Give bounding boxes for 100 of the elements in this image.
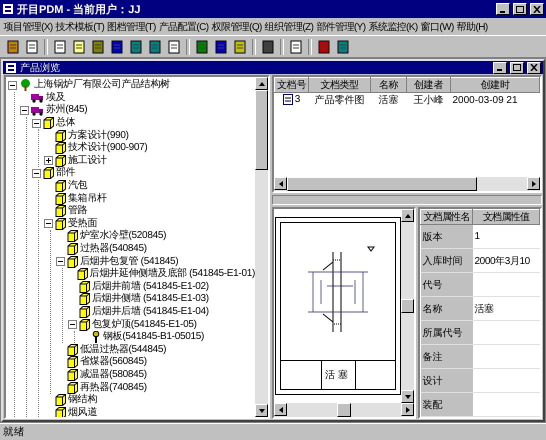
scroll-left-arrow-icon [276, 180, 284, 188]
scroll-down-arrow-icon [404, 392, 412, 400]
close-icon [530, 64, 538, 71]
tree-item[interactable]: 炉室水冷壁(520845) [80, 230, 166, 242]
tree-item[interactable]: 苏州(845) [46, 104, 88, 116]
tree-item[interactable]: 省煤器(560845) [80, 356, 147, 368]
tree-item[interactable]: 受热面 [68, 218, 98, 230]
close-button[interactable] [527, 62, 541, 74]
property-name: 所属代号 [420, 320, 472, 344]
property-value[interactable]: 活塞 [472, 296, 540, 320]
minimize-button[interactable] [496, 3, 510, 15]
tree-item[interactable]: 汽包 [68, 180, 88, 192]
maximize-icon [513, 64, 521, 71]
vertical-scrollbar[interactable] [401, 209, 414, 403]
column-header[interactable]: 创建者 [406, 78, 450, 92]
collapse-toggle-icon[interactable] [56, 257, 65, 266]
scrollbar-thumb[interactable] [401, 299, 414, 313]
property-name: 设计 [420, 368, 472, 392]
property-value[interactable]: 2000年3月10 [472, 248, 540, 272]
drawing-title: 活塞 [325, 368, 351, 382]
collapse-toggle-icon[interactable] [32, 168, 41, 178]
box-icon [55, 192, 66, 205]
vertical-scrollbar[interactable] [255, 77, 268, 417]
tree-item[interactable]: 后烟井前墙 (541845-E1-02) [92, 280, 209, 293]
collapse-toggle-icon[interactable] [44, 219, 53, 228]
restore-button[interactable] [513, 3, 527, 15]
menu-item[interactable]: 产品配置(C) [157, 20, 210, 34]
menu-item[interactable]: 系统监控(K) [366, 20, 420, 34]
property-name: 名称 [420, 296, 472, 320]
tree-item[interactable]: 后烟井延伸侧墙及底部 (541845-E1-01) [90, 268, 255, 280]
tree-item[interactable]: 技术设计(900-907) [68, 142, 148, 154]
column-header[interactable]: 名称 [370, 78, 406, 92]
property-name: 备注 [420, 344, 472, 368]
tree-item[interactable]: 方案设计(990) [68, 130, 129, 142]
tree-item[interactable]: 过热器(540845) [80, 243, 147, 256]
menu-item[interactable]: 组织管理(Z) [263, 20, 315, 34]
column-header[interactable]: 文档属性名 [420, 210, 472, 224]
box-icon [76, 268, 88, 280]
tree-item[interactable]: 管路 [68, 205, 88, 218]
scrollbar-thumb[interactable] [287, 177, 477, 191]
tree-item[interactable]: 再热器(740845) [80, 382, 147, 394]
minimize-button[interactable] [493, 62, 507, 74]
tree-item[interactable]: 上海锅炉厂有限公司产品结构树 [34, 79, 170, 92]
box-icon [79, 306, 90, 318]
menu-item[interactable]: 权限管理(Q) [210, 20, 264, 34]
collapse-toggle-icon[interactable] [32, 118, 41, 128]
tree-item[interactable]: 包复炉顶(541845-E1-05) [92, 318, 197, 331]
scroll-down-arrow-icon [258, 406, 266, 414]
menu-item[interactable]: 技术模板(T) [54, 20, 106, 34]
tree-item[interactable]: 后烟井侧墙 (541845-E1-03) [92, 293, 209, 306]
document-icon[interactable] [25, 40, 39, 54]
tree-item[interactable]: 减温器(580845) [80, 368, 147, 381]
tree-item[interactable]: 钢板(541845-B1-05015) [103, 331, 204, 344]
tree-icon [19, 79, 32, 92]
box-icon [67, 243, 78, 256]
menu-item[interactable]: 窗口(W) [419, 20, 456, 34]
menu-item[interactable]: 部件管理(Y) [314, 20, 367, 34]
scrollbar-thumb[interactable] [337, 403, 351, 417]
table-cell: 活塞 [370, 92, 406, 107]
horizontal-scrollbar[interactable] [274, 403, 414, 417]
property-name: 版本 [420, 224, 472, 248]
window-title: 开目PDM - 当前用户：JJ [17, 2, 142, 16]
collapse-toggle-icon[interactable] [20, 106, 29, 115]
horizontal-scrollbar[interactable] [274, 177, 540, 191]
collapse-toggle-icon[interactable] [68, 320, 77, 330]
tree-item[interactable]: 总体 [56, 117, 76, 130]
truck-icon [31, 104, 44, 116]
tree-item[interactable]: 钢结构 [68, 394, 98, 406]
tree-item[interactable]: 烟风道 [68, 406, 98, 417]
column-header[interactable]: 文档号 [274, 78, 308, 92]
scroll-up-arrow-icon [404, 212, 412, 220]
column-header[interactable]: 创建时 [450, 78, 540, 92]
tree-item[interactable]: 集箱吊杆 [68, 192, 107, 205]
property-value[interactable]: 1 [472, 224, 540, 248]
scrollbar-thumb[interactable] [255, 90, 268, 170]
column-header[interactable]: 文档属性值 [472, 210, 540, 224]
tree-item[interactable]: 埃及 [46, 92, 66, 104]
table-cell: 产品零件图 [308, 92, 370, 107]
splitter-bar[interactable] [272, 195, 542, 205]
collapse-toggle-icon[interactable] [8, 80, 17, 90]
box-icon [55, 130, 66, 142]
maximize-button[interactable] [510, 62, 524, 74]
box-icon [67, 256, 78, 268]
column-header[interactable]: 文档类型 [308, 78, 370, 92]
tree-item[interactable]: 低温过热器(544845) [80, 344, 166, 356]
menu-item[interactable]: 帮助(H) [455, 20, 490, 34]
tree-item[interactable]: 后烟井后墙 (541845-E1-04) [92, 306, 209, 318]
pin-icon [91, 331, 101, 344]
menu-item[interactable]: 图档管理(T) [106, 20, 158, 34]
box-icon [79, 280, 90, 293]
menu-item[interactable]: 项目管理(X) [2, 20, 54, 34]
tree-item[interactable]: 施工设计 [68, 154, 107, 167]
tree-item[interactable]: 后烟井包复管 (541845) [80, 256, 178, 268]
property-name: 代号 [420, 272, 472, 296]
expand-toggle-icon[interactable] [44, 156, 53, 166]
box-icon [55, 154, 66, 167]
box-icon [67, 230, 78, 242]
tree-item[interactable]: 部件 [56, 167, 76, 180]
close-button[interactable] [530, 3, 544, 15]
table-cell: 王小峰 [406, 92, 450, 107]
